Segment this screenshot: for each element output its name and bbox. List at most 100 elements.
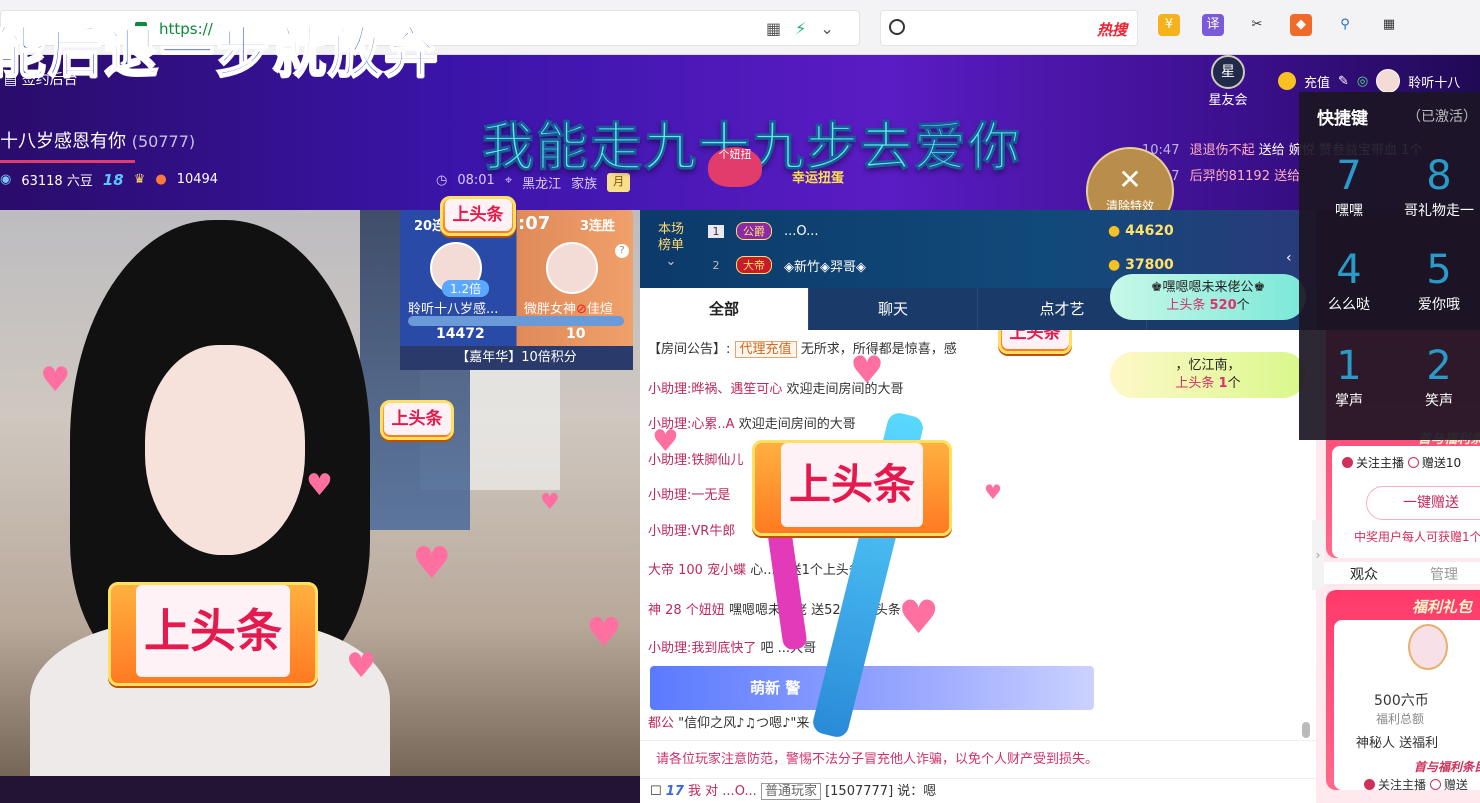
shortcut-key: 5	[1426, 247, 1452, 293]
chat-scrollbar[interactable]	[1302, 722, 1310, 738]
welfare-title: 首与福利条目	[1414, 760, 1480, 774]
browser-search-box[interactable]: 热搜	[880, 10, 1138, 46]
tab-chat[interactable]: 聊天	[809, 288, 978, 330]
checkbox-icon[interactable]: ☐	[650, 784, 662, 799]
pk-right-score: 10	[566, 326, 586, 342]
pk-timer: :07	[518, 213, 551, 234]
pk-progress-bar	[408, 316, 624, 326]
lucky-egg-label[interactable]: 幸运扭蛋	[792, 167, 844, 186]
chat-user[interactable]: 铁脚仙儿	[691, 453, 743, 468]
heart-icon: ♥	[586, 610, 622, 656]
chat-user[interactable]: 我到底快了	[691, 641, 756, 656]
sticker-text: 上头条	[383, 403, 451, 435]
crown-icon: ♛	[133, 172, 146, 187]
perfume-icon	[1408, 624, 1448, 670]
gift-pill-count: 520	[1209, 298, 1237, 313]
tab-audience[interactable]: 观众	[1350, 564, 1378, 584]
gift-send-option[interactable]: 赠送10	[1422, 456, 1461, 470]
pk-battle-panel[interactable]: 20连 :07 3连胜 上头条 ? 1.2倍 聆听十八岁感... 微胖女神⊘佳煊…	[400, 196, 633, 370]
radio-icon[interactable]	[1429, 779, 1441, 790]
follow-anchor-option[interactable]: 关注主播	[1378, 778, 1426, 792]
gift-send-option[interactable]: 赠送	[1444, 778, 1468, 792]
check-circle-icon[interactable]: ◎	[1357, 74, 1368, 89]
bean-count: 63118 六豆	[21, 174, 93, 189]
shortcut-item[interactable]: 8 哥礼物走一	[1397, 152, 1480, 236]
scissors-icon[interactable]: ✂	[1246, 14, 1268, 36]
tab-manage[interactable]: 管理	[1430, 564, 1458, 584]
user-name[interactable]: 聆听十八	[1408, 72, 1460, 91]
radio-checked-icon[interactable]	[1364, 779, 1375, 790]
winners-note: 中奖用户每人可获赠1个	[1354, 530, 1480, 544]
shortcut-key: 4	[1336, 247, 1362, 293]
shortcut-item[interactable]: 7 嘿嘿	[1307, 152, 1391, 236]
anchor-name-text: 十八岁感恩有你	[0, 131, 126, 152]
follow-anchor-option[interactable]: 关注主播	[1356, 456, 1404, 470]
pk-headline-sticker: 上头条	[440, 196, 516, 236]
heart-icon: ♥	[346, 646, 377, 686]
gift-pill-detail: 上头条 1个	[1110, 375, 1306, 393]
shortcut-item[interactable]: 1 掌声	[1307, 342, 1391, 426]
clock-icon: ◷	[436, 173, 448, 188]
radio-checked-icon[interactable]	[1342, 457, 1353, 468]
recharge-link[interactable]: 充值	[1304, 72, 1330, 91]
avatar[interactable]	[1376, 69, 1401, 93]
gift-pill-gift: 上头条	[1166, 298, 1206, 313]
shortcut-label: 笑声	[1425, 393, 1453, 409]
coin-extension-icon[interactable]: ¥	[1158, 14, 1180, 36]
search-icon	[889, 19, 905, 35]
chat-sender: 小助理:	[648, 641, 692, 656]
hot-search-label[interactable]: 热搜	[1097, 19, 1127, 40]
grid-icon[interactable]: ▦	[766, 19, 781, 38]
star-club-label: 星友会	[1208, 93, 1248, 108]
radio-icon[interactable]	[1407, 457, 1419, 468]
chat-user[interactable]: 心累..A	[691, 417, 734, 432]
one-click-send-button[interactable]: 一键赠送	[1366, 486, 1480, 520]
sticker-text: 上头条	[136, 585, 290, 677]
chat-text: 欢迎走间房间的大哥	[734, 417, 856, 432]
welfare-pack-title: 福利礼包	[1412, 598, 1473, 616]
chevron-left-icon[interactable]: ‹	[1286, 250, 1300, 270]
magnifier-icon[interactable]: ⚲	[1334, 14, 1356, 36]
ranking-row[interactable]: 1 公爵 ...O... ● 44620	[708, 216, 1174, 246]
apps-grid-icon[interactable]: ▦	[1378, 14, 1400, 36]
edit-icon[interactable]: ✎	[1338, 74, 1349, 89]
chat-sender: 小助理:	[648, 524, 692, 539]
shortcut-item[interactable]: 4 么么哒	[1307, 246, 1391, 330]
ranking-row[interactable]: 2 大帝 ◈新竹◈羿哥◈ ● 37800	[708, 250, 1174, 280]
chat-sender: 小助理:	[648, 488, 692, 503]
shortcut-key: 7	[1336, 153, 1362, 199]
chat-user[interactable]: 晔祸、遇笙可心	[691, 382, 782, 397]
heart-icon: ♥	[898, 590, 940, 644]
header-actions: 充值 ✎ ◎ 聆听十八	[1278, 69, 1460, 93]
shortcut-item[interactable]: 5 爱你哦	[1397, 246, 1480, 330]
announce-tag[interactable]: 代理充值	[734, 341, 797, 358]
tab-all[interactable]: 全部	[640, 288, 809, 330]
chat-user[interactable]: 一无是	[691, 488, 730, 503]
shortcut-item[interactable]: 2 笑声	[1397, 342, 1480, 426]
help-icon[interactable]: ?	[615, 244, 629, 258]
chat-user[interactable]: 都公	[648, 716, 674, 731]
chat-message: 小助理:心累..A 欢迎走间房间的大哥	[648, 413, 856, 432]
chat-user[interactable]: 我 对 ...O...	[688, 784, 757, 799]
chat-user[interactable]: 大帝 100 宠小蝶	[648, 563, 746, 578]
gift-pill-detail: 上头条 520个	[1110, 297, 1306, 315]
chevron-right-icon[interactable]: ›	[1312, 520, 1324, 590]
translate-icon[interactable]: 译	[1202, 14, 1224, 36]
chat-text: 说：嗯	[897, 784, 937, 799]
pk-right-avatar[interactable]	[546, 242, 598, 294]
chat-user[interactable]: 神 28 个妞妞	[648, 603, 725, 618]
chat-message: 小助理:一无是	[648, 484, 730, 503]
gift-pill-sender: ♚嘿嗯嗯未来佬公♚	[1150, 280, 1266, 295]
star-club-button[interactable]: 星 星友会	[1196, 55, 1260, 108]
chat-user[interactable]: VR牛郎	[691, 524, 735, 539]
game-icon[interactable]: ◆	[1290, 14, 1312, 36]
fraud-warning: 请各位玩家注意防范，警惕不法分子冒充他人诈骗，以免个人财产受到损失。	[640, 740, 1316, 778]
rank-name: ...O...	[784, 223, 819, 239]
shortcut-title: 快捷键	[1317, 109, 1368, 129]
chevron-down-icon[interactable]: ⌄	[820, 19, 833, 38]
overlay-headline: 能后退一步就放弃	[0, 20, 440, 85]
anchor-name: 十八岁感恩有你 (50777)	[0, 127, 195, 153]
ranking-title[interactable]: 本场 榜单 ⌄	[658, 222, 684, 270]
egg-heart[interactable]: 个妞扭	[708, 147, 762, 187]
lightning-icon[interactable]: ⚡	[795, 19, 806, 38]
